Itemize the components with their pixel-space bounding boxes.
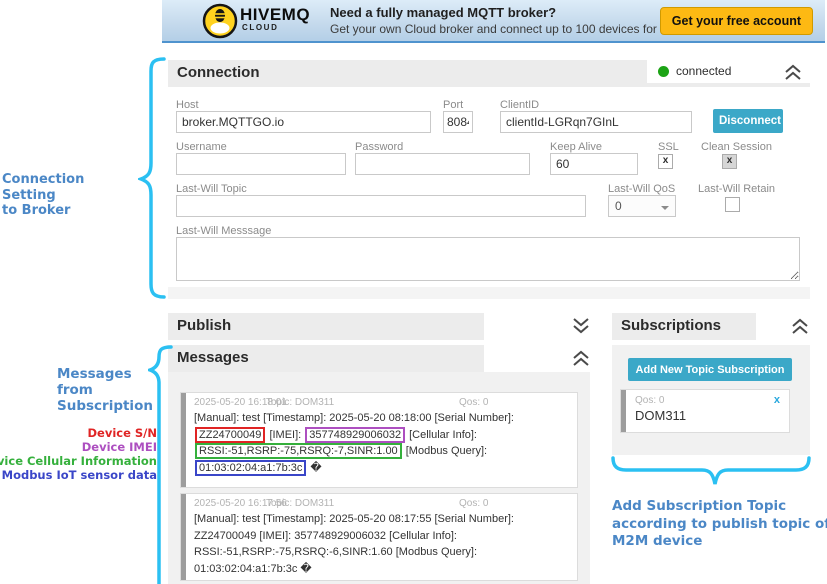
clientid-label: ClientID xyxy=(500,99,539,111)
keepalive-input[interactable] xyxy=(550,153,638,175)
page: HIVEMQ CLOUD Need a fully managed MQTT b… xyxy=(0,0,827,584)
clean-session-label: Clean Session xyxy=(701,141,772,153)
publish-title: Publish xyxy=(177,317,231,334)
annotation-line: Connection Setting xyxy=(2,172,142,203)
subscription-topic: DOM311 xyxy=(635,408,686,423)
message-card: 2025-05-20 16:18:01 Topic: DOM311 Qos: 0… xyxy=(180,392,578,488)
legend-modbus-data: Modbus IoT sensor data xyxy=(2,468,157,482)
message-accent-bar xyxy=(181,393,186,487)
ssl-checkbox[interactable]: x xyxy=(658,154,673,169)
legend-device-imei: Device IMEI xyxy=(82,440,157,454)
legend-device-sn: Device S/N xyxy=(87,426,157,440)
connection-form: Host Port ClientID Disconnect Username P… xyxy=(168,87,810,287)
add-subscription-button[interactable]: Add New Topic Subscription xyxy=(628,358,792,381)
connection-status-text: connected xyxy=(676,64,731,78)
ssl-label: SSL xyxy=(658,141,679,153)
lastwill-qos-select[interactable]: 0 xyxy=(608,195,676,217)
connection-footer xyxy=(168,287,810,299)
password-label: Password xyxy=(355,141,403,153)
annotation-add-subscription-note: Add Subscription Topic according to publ… xyxy=(612,498,827,551)
lastwill-qos-label: Last-Will QoS xyxy=(608,183,675,195)
subscription-brace xyxy=(610,455,812,497)
annotation-line: Subscription xyxy=(57,398,167,414)
message-text: [IMEI]: xyxy=(266,429,304,441)
message-text: � xyxy=(307,462,321,474)
message-accent-bar xyxy=(181,494,186,580)
lastwill-message-label: Last-Will Messsage xyxy=(176,225,271,237)
brand-subtitle: CLOUD xyxy=(242,23,278,32)
messages-header: Messages xyxy=(168,345,484,372)
brand-name: HIVEMQ xyxy=(240,6,310,23)
annotation-line: from xyxy=(57,382,167,398)
port-label: Port xyxy=(443,99,463,111)
keepalive-label: Keep Alive xyxy=(550,141,602,153)
clean-session-checkbox[interactable]: x xyxy=(722,154,737,169)
host-input[interactable] xyxy=(176,111,431,133)
banner-subline: Get your own Cloud broker and connect up… xyxy=(330,22,684,36)
select-caret-icon xyxy=(661,206,669,214)
clientid-input[interactable] xyxy=(500,111,692,133)
lastwill-qos-value: 0 xyxy=(615,199,622,213)
legend-device-cellular: Device Cellular Information xyxy=(0,454,157,468)
subscriptions-header: Subscriptions xyxy=(612,313,756,340)
subscriptions-title: Subscriptions xyxy=(621,317,721,334)
message-card: 2025-05-20 16:17:56 Topic: DOM311 Qos: 0… xyxy=(180,493,578,581)
message-topic: Topic: DOM311 xyxy=(266,397,334,408)
connection-header: Connection connected xyxy=(168,60,810,87)
annotation-line: Messages xyxy=(57,366,167,382)
publish-expand-chevron-down-icon[interactable] xyxy=(570,316,592,336)
message-text: [Modbus Query]: xyxy=(403,445,487,457)
message-text: [Manual]: test [Timestamp]: 2025-05-20 0… xyxy=(194,412,514,424)
connected-dot-icon xyxy=(658,66,669,77)
password-input[interactable] xyxy=(355,153,530,175)
connection-brace xyxy=(138,56,168,302)
subscription-item: Qos: 0 DOM311 x xyxy=(620,389,790,433)
connection-title: Connection xyxy=(177,64,260,81)
lastwill-retain-checkbox[interactable] xyxy=(725,197,740,212)
message-text: [Manual]: test [Timestamp]: 2025-05-20 0… xyxy=(194,513,514,575)
lastwill-retain-label: Last-Will Retain xyxy=(698,183,775,195)
lastwill-topic-input[interactable] xyxy=(176,195,586,217)
annotation-connection-setting: Connection Setting to Broker xyxy=(2,172,142,219)
publish-header: Publish xyxy=(168,313,484,340)
messages-collapse-chevron-up-icon[interactable] xyxy=(570,348,592,368)
message-qos: Qos: 0 xyxy=(459,498,488,509)
message-qos: Qos: 0 xyxy=(459,397,488,408)
imei-highlight: 357748929006032 xyxy=(305,427,405,443)
subscriptions-collapse-chevron-up-icon[interactable] xyxy=(789,316,811,336)
cellular-info-highlight: RSSI:-51,RSRP:-75,RSRQ:-7,SINR:1.00 xyxy=(195,443,402,459)
subscription-accent-bar xyxy=(621,390,626,432)
banner-headline: Need a fully managed MQTT broker? xyxy=(330,5,556,20)
modbus-data-highlight: 01:03:02:04:a1:7b:3c xyxy=(195,460,306,476)
annotation-line: to Broker xyxy=(2,203,142,219)
message-text: [Cellular Info]: xyxy=(406,429,477,441)
messages-title: Messages xyxy=(177,349,249,366)
get-free-account-button[interactable]: Get your free account xyxy=(660,7,813,35)
subscriptions-panel: Add New Topic Subscription Qos: 0 DOM311… xyxy=(612,345,810,455)
hivemq-bee-logo-icon xyxy=(202,3,238,39)
username-label: Username xyxy=(176,141,227,153)
username-input[interactable] xyxy=(176,153,346,175)
hivemq-banner: HIVEMQ CLOUD Need a fully managed MQTT b… xyxy=(162,0,825,43)
annotation-line: M2M device xyxy=(612,533,827,551)
lastwill-message-textarea[interactable] xyxy=(176,237,800,281)
subscription-qos: Qos: 0 xyxy=(635,395,664,406)
annotation-line: according to publish topic of xyxy=(612,516,827,534)
annotation-messages-from-subscription: Messages from Subscription xyxy=(57,366,167,414)
connection-status: connected xyxy=(647,60,810,83)
disconnect-button[interactable]: Disconnect xyxy=(713,109,783,133)
host-label: Host xyxy=(176,99,199,111)
messages-panel: 2025-05-20 16:18:01 Topic: DOM311 Qos: 0… xyxy=(168,372,590,584)
serial-number-highlight: ZZ24700049 xyxy=(195,427,265,443)
message-topic: Topic: DOM311 xyxy=(266,498,334,509)
subscription-remove-button[interactable]: x xyxy=(774,394,780,406)
port-input[interactable] xyxy=(443,111,473,133)
annotation-line: Add Subscription Topic xyxy=(612,498,827,516)
lastwill-topic-label: Last-Will Topic xyxy=(176,183,247,195)
connection-collapse-chevron-up-icon[interactable] xyxy=(782,62,804,82)
